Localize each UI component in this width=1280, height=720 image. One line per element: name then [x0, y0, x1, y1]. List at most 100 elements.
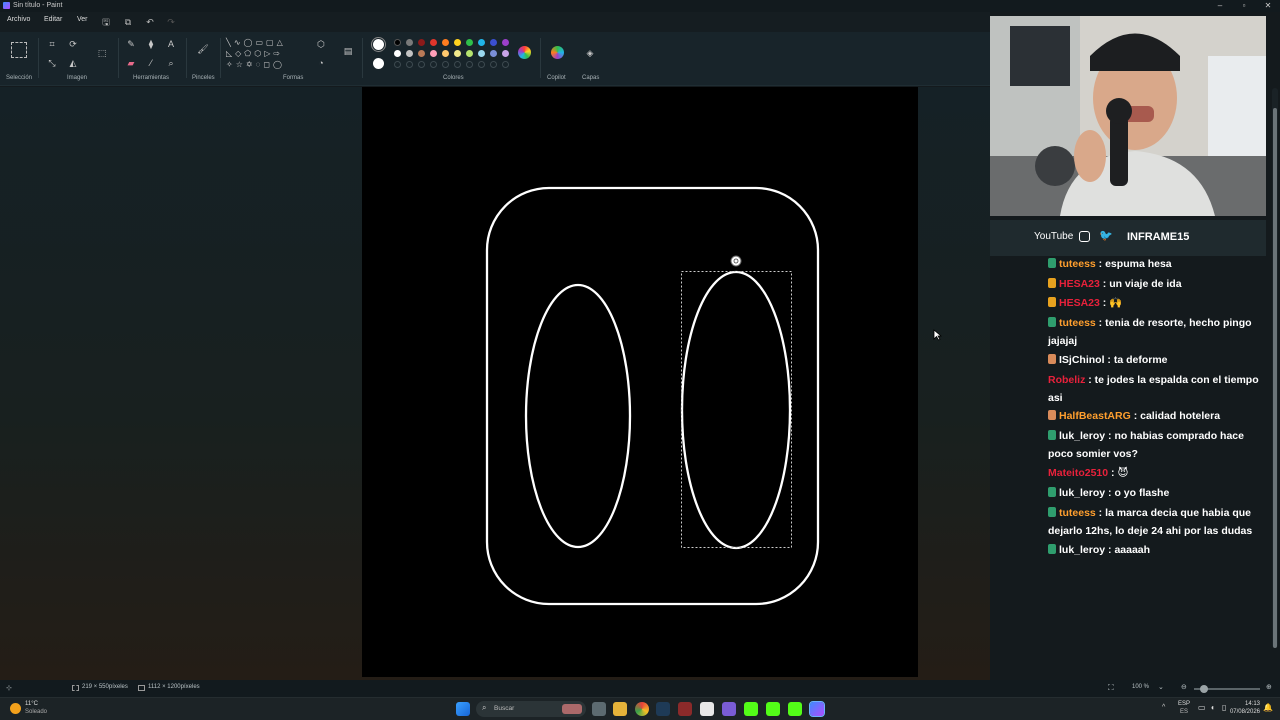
palette-empty-swatch[interactable] — [502, 61, 509, 68]
fill-shape-icon[interactable]: ◔ — [314, 56, 328, 70]
discord-icon[interactable] — [722, 702, 736, 716]
clock-date[interactable]: 07/08/2026 — [1226, 709, 1260, 715]
ribbon-divider — [38, 38, 39, 78]
volume-icon[interactable]: ◖ — [1210, 703, 1215, 712]
zoom-dropdown-icon[interactable]: ⌄ — [1158, 683, 1164, 691]
clock-time[interactable]: 14:13 — [1236, 701, 1260, 707]
text-icon[interactable]: A — [164, 37, 178, 51]
edit-colors-icon[interactable] — [518, 46, 531, 59]
palette-empty-swatch[interactable] — [418, 61, 425, 68]
resize-icon[interactable]: ⤡ — [45, 56, 59, 70]
scrollbar-thumb[interactable] — [1273, 108, 1277, 648]
tray-chevron-icon[interactable]: ^ — [1162, 704, 1165, 711]
selection-tool-icon[interactable] — [11, 42, 27, 58]
primary-color[interactable] — [371, 37, 386, 52]
undo-icon[interactable]: ↶ — [143, 15, 157, 29]
chat-username: tuteess — [1059, 258, 1096, 270]
rotate-handle[interactable] — [730, 255, 742, 267]
weather-desc: Soleado — [25, 709, 48, 715]
brush-icon[interactable]: 🖌 — [196, 42, 210, 56]
fill-icon[interactable]: ⧫ — [144, 37, 158, 51]
file-explorer-icon[interactable] — [613, 702, 627, 716]
palette-swatch[interactable] — [454, 39, 461, 46]
palette-empty-swatch[interactable] — [454, 61, 461, 68]
palette-empty-swatch[interactable] — [442, 61, 449, 68]
maximize-button[interactable]: ▫ — [1232, 0, 1256, 12]
paint-taskbar-icon[interactable] — [809, 701, 825, 717]
zoom-in-icon[interactable]: ⊕ — [1266, 683, 1272, 691]
layers-icon[interactable]: ◈ — [583, 46, 597, 60]
chat-badge-icon — [1048, 430, 1056, 440]
palette-swatch[interactable] — [430, 39, 437, 46]
magnifier-icon[interactable]: ⌕ — [164, 56, 178, 70]
palette-swatch[interactable] — [454, 50, 461, 57]
flip-icon[interactable]: ◭ — [66, 56, 80, 70]
fit-screen-icon[interactable]: ⛶ — [1108, 683, 1114, 693]
kick-icon-1[interactable] — [744, 702, 758, 716]
shapes-gallery[interactable]: ╲∿◯▭▢△ ◺◇⬠⬡▷⇨ ✧☆✡◌◻◯ — [226, 37, 306, 73]
app-icon-epic[interactable] — [700, 702, 714, 716]
menu-editar[interactable]: Editar — [44, 16, 62, 23]
palette-swatch[interactable] — [418, 39, 425, 46]
palette-swatch[interactable] — [502, 39, 509, 46]
palette-swatch[interactable] — [418, 50, 425, 57]
pencil-icon[interactable]: ✎ — [124, 37, 138, 51]
kick-icon-3[interactable] — [788, 702, 802, 716]
search-box[interactable]: ⌕ Buscar — [476, 701, 586, 717]
close-button[interactable]: ✕ — [1256, 0, 1280, 12]
language-code[interactable]: ESP — [1178, 701, 1190, 707]
minimize-button[interactable]: – — [1208, 0, 1232, 12]
palette-empty-swatch[interactable] — [490, 61, 497, 68]
network-icon[interactable]: ▭ — [1198, 703, 1206, 712]
copilot-icon[interactable] — [551, 46, 564, 59]
menu-archivo[interactable]: Archivo — [7, 16, 30, 23]
drawing-canvas[interactable] — [362, 87, 918, 677]
shape-options-icon[interactable]: ▤ — [341, 44, 355, 58]
palette-empty-swatch[interactable] — [478, 61, 485, 68]
palette-empty-swatch[interactable] — [394, 61, 401, 68]
task-view-icon[interactable] — [592, 702, 606, 716]
palette-swatch[interactable] — [478, 50, 485, 57]
redo-icon[interactable]: ↷ — [164, 15, 178, 29]
zoom-out-icon[interactable]: ⊖ — [1181, 683, 1187, 691]
weather-icon[interactable] — [10, 703, 21, 714]
vertical-scrollbar[interactable] — [1272, 88, 1278, 648]
palette-swatch[interactable] — [406, 50, 413, 57]
palette-swatch[interactable] — [466, 50, 473, 57]
rotate-icon[interactable]: ⟳ — [66, 37, 80, 51]
palette-swatch[interactable] — [478, 39, 485, 46]
share-icon[interactable]: ⧉ — [121, 15, 135, 29]
palette-swatch[interactable] — [502, 50, 509, 57]
palette-swatch[interactable] — [442, 50, 449, 57]
palette-swatch[interactable] — [490, 39, 497, 46]
palette-empty-swatch[interactable] — [430, 61, 437, 68]
palette-swatch[interactable] — [430, 50, 437, 57]
right-ellipse-shape[interactable] — [680, 270, 792, 550]
app-icon-red[interactable] — [678, 702, 692, 716]
eraser-icon[interactable]: ▰ — [124, 56, 138, 70]
start-button-icon[interactable] — [456, 702, 470, 716]
zoom-level[interactable]: 100 % — [1132, 684, 1149, 690]
palette-swatch[interactable] — [442, 39, 449, 46]
crop-icon[interactable]: ⌗ — [45, 37, 59, 51]
palette-swatch[interactable] — [394, 39, 401, 46]
image-select-icon[interactable]: ⬚ — [95, 46, 109, 60]
chat-username: Robeliz — [1048, 374, 1086, 386]
palette-swatch[interactable] — [490, 50, 497, 57]
kick-icon-2[interactable] — [766, 702, 780, 716]
chrome-icon[interactable] — [635, 702, 649, 716]
color-picker-icon[interactable]: ⁄ — [144, 56, 158, 70]
zoom-slider-thumb[interactable] — [1200, 685, 1208, 693]
rounded-rectangle-shape — [485, 186, 820, 606]
palette-empty-swatch[interactable] — [466, 61, 473, 68]
palette-empty-swatch[interactable] — [406, 61, 413, 68]
palette-swatch[interactable] — [394, 50, 401, 57]
palette-swatch[interactable] — [466, 39, 473, 46]
secondary-color[interactable] — [373, 58, 384, 69]
notification-icon[interactable]: 🔔 — [1263, 703, 1273, 712]
steam-icon[interactable] — [656, 702, 670, 716]
menu-ver[interactable]: Ver — [77, 16, 88, 23]
outline-icon[interactable]: ⬡ — [314, 37, 328, 51]
save-icon[interactable]: 🖫 — [99, 15, 113, 29]
palette-swatch[interactable] — [406, 39, 413, 46]
